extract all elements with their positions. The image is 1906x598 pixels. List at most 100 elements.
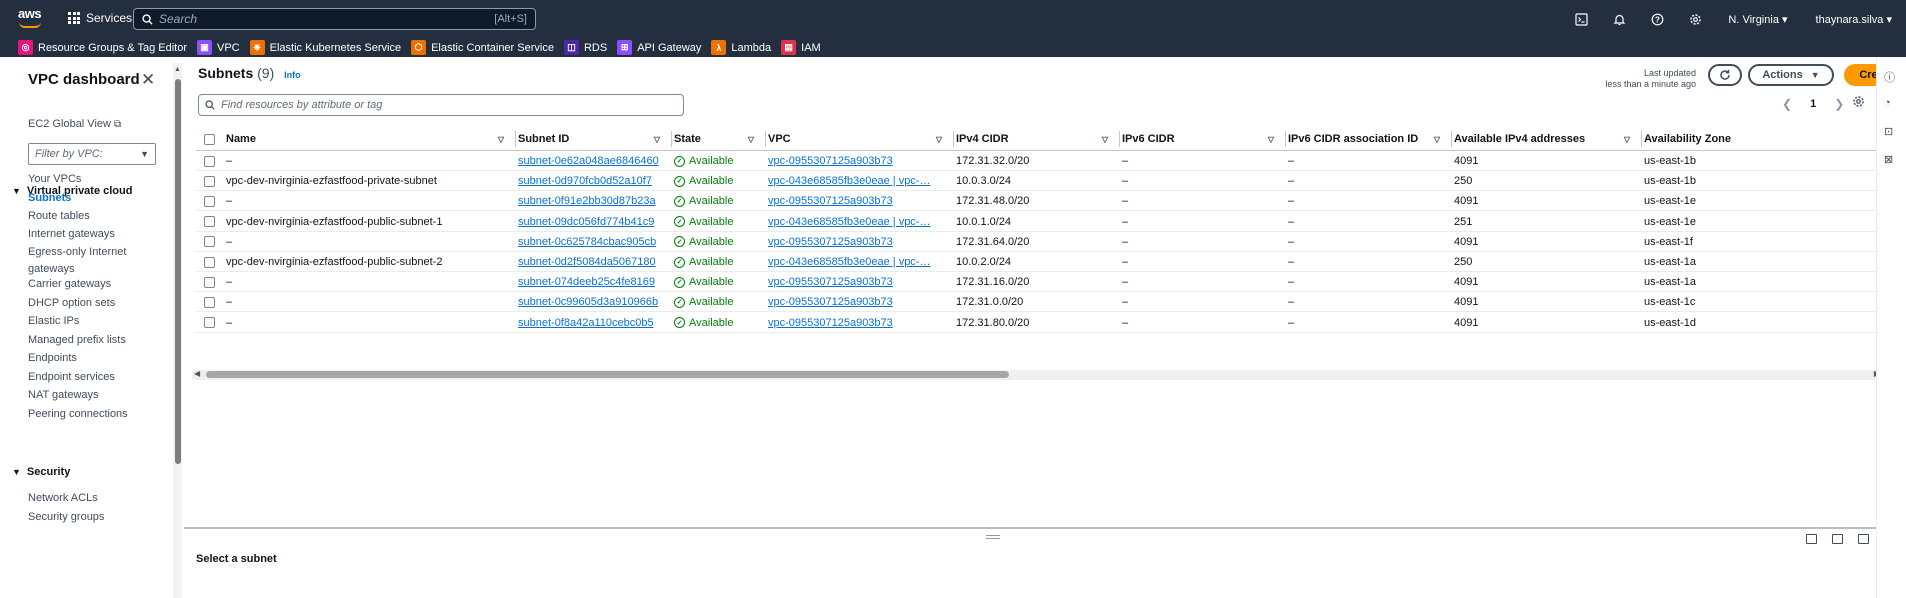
favorite-api-gateway[interactable]: ⊞ API Gateway xyxy=(617,40,701,55)
sidebar-item-subnets[interactable]: Subnets xyxy=(28,190,148,207)
find-resources-input[interactable]: Find resources by attribute or tag xyxy=(198,94,684,116)
subnet-id-link[interactable]: subnet-0f8a42a110cebc0b5 xyxy=(518,317,654,329)
notifications-bell-icon[interactable] xyxy=(1600,0,1638,38)
sidebar-item-network-acls[interactable]: Network ACLs xyxy=(28,490,148,507)
vpc-link[interactable]: vpc-0955307125a903b73 xyxy=(768,317,893,329)
sort-icon[interactable]: ▽ xyxy=(1624,135,1630,144)
settings-gear-icon[interactable] xyxy=(1676,0,1714,38)
next-page-icon[interactable]: ❯ xyxy=(1834,97,1844,111)
row-checkbox[interactable] xyxy=(204,212,215,232)
info-icon[interactable]: ⓘ xyxy=(1884,69,1895,85)
vpc-link[interactable]: vpc-0955307125a903b73 xyxy=(768,195,893,207)
sort-icon[interactable]: ▽ xyxy=(654,135,660,144)
cell-subnet-id[interactable]: subnet-0f8a42a110cebc0b5 xyxy=(518,313,660,333)
sidebar-item-endpoint-services[interactable]: Endpoint services xyxy=(28,369,148,386)
actions-button[interactable]: Actions ▼ xyxy=(1748,64,1834,86)
cell-subnet-id[interactable]: subnet-074deeb25c4fe8169 xyxy=(518,272,660,292)
cell-subnet-id[interactable]: subnet-0d970fcb0d52a10f7 xyxy=(518,171,660,191)
column-header-name[interactable]: Name ▽ xyxy=(226,127,516,151)
vpc-link[interactable]: vpc-0955307125a903b73 xyxy=(768,276,893,288)
subnet-id-link[interactable]: subnet-0c625784cbac905cb xyxy=(518,236,656,248)
subnet-id-link[interactable]: subnet-0e62a048ae6846460 xyxy=(518,155,659,167)
sort-icon[interactable]: ▽ xyxy=(1268,135,1274,144)
vpc-link[interactable]: vpc-043e68585fb3e0eae | vpc-… xyxy=(768,256,930,268)
section-security[interactable]: ▼ Security xyxy=(12,466,70,478)
vpc-link[interactable]: vpc-043e68585fb3e0eae | vpc-… xyxy=(768,175,930,187)
cell-subnet-id[interactable]: subnet-09dc056fd774b41c9 xyxy=(518,212,660,232)
cell-subnet-id[interactable]: subnet-0f91e2bb30d87b23a xyxy=(518,191,660,211)
favorite-rds[interactable]: ◫ RDS xyxy=(563,40,607,55)
current-page[interactable]: 1 xyxy=(1810,98,1816,110)
previous-page-icon[interactable]: ❮ xyxy=(1782,97,1792,111)
table-row[interactable]: vpc-dev-nvirginia-ezfastfood-public-subn… xyxy=(196,212,1876,232)
row-checkbox[interactable] xyxy=(204,191,215,211)
subnet-id-link[interactable]: subnet-09dc056fd774b41c9 xyxy=(518,216,654,228)
aws-logo[interactable]: aws xyxy=(18,7,44,30)
table-row[interactable]: vpc-dev-nvirginia-ezfastfood-private-sub… xyxy=(196,171,1876,192)
sidebar-item-nat-gateways[interactable]: NAT gateways xyxy=(28,387,148,404)
subnet-id-link[interactable]: subnet-0c99605d3a910966b xyxy=(518,296,658,308)
cell-vpc[interactable]: vpc-043e68585fb3e0eae | vpc-… xyxy=(768,212,942,232)
vpc-link[interactable]: vpc-0955307125a903b73 xyxy=(768,155,893,167)
table-horizontal-scrollbar[interactable]: ◀ ▶ xyxy=(192,369,1882,380)
cell-vpc[interactable]: vpc-0955307125a903b73 xyxy=(768,313,942,333)
ec2-global-view-link[interactable]: EC2 Global View ⧉ xyxy=(28,118,121,130)
search-input[interactable]: Search [Alt+S] xyxy=(133,8,536,30)
table-row[interactable]: – subnet-0f91e2bb30d87b23a ✓ Available vpc-0… xyxy=(196,191,1876,212)
column-header-state[interactable]: State ▽ xyxy=(674,127,766,151)
sidebar-item-your-vpcs[interactable]: Your VPCs xyxy=(28,171,148,188)
column-header-ipv6-cidr-association-id[interactable]: IPv6 CIDR association ID ▽ xyxy=(1288,127,1452,151)
monitor-icon[interactable]: ⊡ xyxy=(1884,125,1893,138)
cloudshell-icon[interactable] xyxy=(1562,0,1600,38)
sidebar-item-endpoints[interactable]: Endpoints xyxy=(28,350,148,367)
favorite-iam[interactable]: ▤ IAM xyxy=(781,40,821,55)
cell-subnet-id[interactable]: subnet-0c625784cbac905cb xyxy=(518,232,660,252)
sidebar-item-security-groups[interactable]: Security groups xyxy=(28,509,148,526)
vpc-link[interactable]: vpc-043e68585fb3e0eae | vpc-… xyxy=(768,216,930,228)
row-checkbox[interactable] xyxy=(204,252,215,272)
cell-vpc[interactable]: vpc-043e68585fb3e0eae | vpc-… xyxy=(768,171,942,191)
table-row[interactable]: – subnet-0e62a048ae6846460 ✓ Available vpc-0… xyxy=(196,151,1876,171)
column-header-ipv6-cidr[interactable]: IPv6 CIDR ▽ xyxy=(1122,127,1286,151)
cell-vpc[interactable]: vpc-0955307125a903b73 xyxy=(768,272,942,292)
vpc-link[interactable]: vpc-0955307125a903b73 xyxy=(768,236,893,248)
column-header-availability-zone[interactable]: Availability Zone xyxy=(1644,127,1774,151)
row-checkbox[interactable] xyxy=(204,272,215,292)
panel-bottom-icon[interactable] xyxy=(1806,534,1817,544)
sort-icon[interactable]: ▽ xyxy=(498,135,504,144)
cell-vpc[interactable]: vpc-0955307125a903b73 xyxy=(768,232,942,252)
subnet-id-link[interactable]: subnet-0d2f5084da5067180 xyxy=(518,256,656,268)
info-link[interactable]: Info xyxy=(284,70,301,80)
row-checkbox[interactable] xyxy=(204,151,215,171)
favorite-vpc[interactable]: ▣ VPC xyxy=(196,40,240,55)
panel-hide-icon[interactable] xyxy=(1858,534,1869,544)
table-row[interactable]: – subnet-0f8a42a110cebc0b5 ✓ Available vpc-0… xyxy=(196,313,1876,333)
favorite-lambda[interactable]: λ Lambda xyxy=(711,40,771,55)
sidebar-item-managed-prefix-lists[interactable]: Managed prefix lists xyxy=(28,332,148,349)
cell-vpc[interactable]: vpc-0955307125a903b73 xyxy=(768,191,942,211)
subnet-id-link[interactable]: subnet-0f91e2bb30d87b23a xyxy=(518,195,656,207)
sidebar-item-egress-only-internet-gateways[interactable]: Egress-only Internet gateways xyxy=(28,244,148,278)
column-header-available-ipv4-addresses[interactable]: Available IPv4 addresses ▽ xyxy=(1454,127,1642,151)
table-settings-gear-icon[interactable] xyxy=(1852,95,1865,111)
row-checkbox[interactable] xyxy=(204,313,215,333)
favorite-elastic-kubernetes-service[interactable]: ⎈ Elastic Kubernetes Service xyxy=(249,40,401,55)
account-menu[interactable]: thaynara.silva ▾ xyxy=(1802,13,1906,26)
sort-icon[interactable]: ▽ xyxy=(1102,135,1108,144)
table-row[interactable]: – subnet-074deeb25c4fe8169 ✓ Available vpc-0… xyxy=(196,272,1876,293)
sidebar-item-route-tables[interactable]: Route tables xyxy=(28,208,148,225)
vpc-filter-select[interactable]: Filter by VPC: ▼ xyxy=(28,143,156,165)
chart-icon[interactable]: ⊠ xyxy=(1884,153,1893,166)
sort-icon[interactable]: ▽ xyxy=(1434,135,1440,144)
resize-handle[interactable] xyxy=(986,535,1000,539)
favorite-resource-groups-tag-editor[interactable]: ◎ Resource Groups & Tag Editor xyxy=(18,40,187,55)
row-checkbox[interactable] xyxy=(204,171,215,191)
panel-side-icon[interactable] xyxy=(1832,534,1843,544)
subnet-id-link[interactable]: subnet-074deeb25c4fe8169 xyxy=(518,276,655,288)
sidebar-item-peering-connections[interactable]: Peering connections xyxy=(28,406,148,423)
sort-icon[interactable]: ▽ xyxy=(936,135,942,144)
refresh-button[interactable] xyxy=(1708,64,1742,86)
sidebar-scrollbar[interactable]: ▲ xyxy=(173,63,182,598)
vpc-link[interactable]: vpc-0955307125a903b73 xyxy=(768,296,893,308)
sort-icon[interactable]: ▽ xyxy=(748,135,754,144)
